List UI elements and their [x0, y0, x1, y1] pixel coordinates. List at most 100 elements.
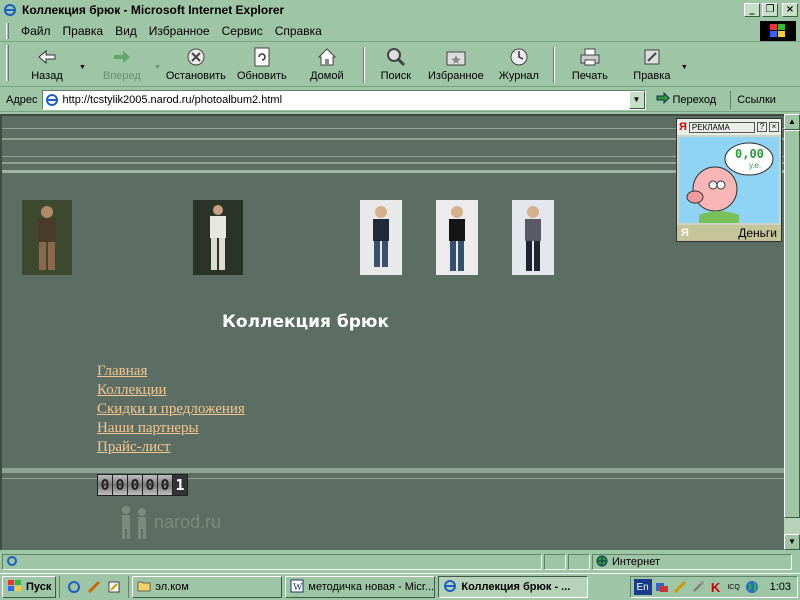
language-indicator[interactable]: En: [633, 579, 652, 595]
favorites-label: Избранное: [428, 70, 484, 82]
clock[interactable]: 1:03: [770, 581, 791, 593]
links-label: Ссылки: [737, 93, 776, 106]
stop-button[interactable]: Остановить: [163, 44, 229, 86]
nav-link-collections[interactable]: Коллекции: [97, 381, 245, 400]
menu-edit[interactable]: Правка: [57, 24, 110, 38]
edit-button[interactable]: Правка: [621, 44, 683, 86]
search-icon: [385, 46, 407, 68]
tools-tray-icon[interactable]: [690, 579, 706, 595]
forward-label: Вперед: [103, 70, 141, 82]
back-dropdown-icon[interactable]: ▼: [79, 64, 86, 71]
ie-quicklaunch-icon[interactable]: [66, 579, 82, 595]
yandex-ad-banner[interactable]: Я РЕКЛАМА ? × 0,00 у.е. Я Деньги: [676, 118, 782, 242]
forward-dropdown-icon[interactable]: ▼: [154, 64, 161, 71]
search-label: Поиск: [380, 70, 412, 82]
vertical-scrollbar[interactable]: ▲ ▼: [784, 114, 800, 550]
edit-label: Правка: [633, 70, 671, 82]
back-arrow-icon: [36, 46, 58, 68]
ad-close-button[interactable]: ×: [769, 122, 779, 132]
restore-button[interactable]: ❐: [762, 3, 778, 17]
home-icon: [316, 46, 338, 68]
go-button[interactable]: Переход: [656, 91, 716, 107]
status-text: [2, 554, 542, 570]
printer-icon: [579, 46, 601, 68]
history-button[interactable]: Журнал: [489, 44, 549, 86]
scroll-down-button[interactable]: ▼: [784, 534, 800, 550]
stop-label: Остановить: [165, 70, 226, 82]
ad-help-button[interactable]: ?: [757, 122, 767, 132]
menu-file[interactable]: Файл: [15, 24, 57, 38]
scroll-thumb[interactable]: [784, 130, 800, 518]
outlook-quicklaunch-icon[interactable]: [86, 579, 102, 595]
taskbar-item-folder[interactable]: эл.ком: [132, 576, 283, 598]
nav-link-pricelist[interactable]: Прайс-лист: [97, 438, 245, 457]
home-button[interactable]: Домой: [295, 44, 359, 86]
menu-favorites[interactable]: Избранное: [143, 24, 216, 38]
back-label: Назад: [31, 70, 63, 82]
toolbar-grip[interactable]: [6, 44, 9, 81]
windows-logo-icon: [760, 21, 796, 41]
icq-icon[interactable]: ICQ: [726, 579, 742, 595]
menu-bar: Файл Правка Вид Избранное Сервис Справка: [0, 20, 800, 42]
counter-digit: 0: [143, 475, 157, 495]
decor-stripe: [2, 156, 784, 157]
edit-dropdown-icon[interactable]: ▼: [681, 64, 688, 71]
visit-counter[interactable]: 0 0 0 0 0 1: [97, 474, 188, 496]
photo-thumbnail[interactable]: [512, 200, 554, 275]
menu-tools[interactable]: Сервис: [216, 24, 269, 38]
ad-image[interactable]: 0,00 у.е.: [679, 137, 779, 223]
narod-logo[interactable]: narod.ru: [114, 504, 221, 540]
ad-bubble-amount: 0,00: [735, 147, 764, 161]
yandex-logo: Я: [681, 227, 689, 239]
kaspersky-icon[interactable]: K: [708, 579, 724, 595]
close-button[interactable]: ×: [782, 3, 798, 17]
counter-digit: 0: [128, 475, 142, 495]
globe-tray-icon[interactable]: [744, 579, 760, 595]
forward-button[interactable]: Вперед: [88, 44, 156, 86]
minimize-button[interactable]: _: [744, 3, 760, 17]
status-cell: [544, 554, 566, 570]
ad-caption: Деньги: [738, 226, 777, 240]
back-button[interactable]: Назад: [13, 44, 81, 86]
status-bar: Интернет: [0, 552, 800, 572]
photo-thumbnail[interactable]: [360, 200, 402, 275]
home-label: Домой: [310, 70, 344, 82]
taskbar-item-ie[interactable]: Коллекция брюк - ...: [438, 576, 589, 598]
window-title: Коллекция брюк - Microsoft Internet Expl…: [22, 3, 285, 17]
favorites-button[interactable]: Избранное: [423, 44, 489, 86]
search-button[interactable]: Поиск: [369, 44, 423, 86]
security-zone[interactable]: Интернет: [592, 554, 792, 570]
nav-link-discounts[interactable]: Скидки и предложения: [97, 400, 245, 419]
links-button[interactable]: Ссылки: [730, 90, 776, 109]
menu-view[interactable]: Вид: [109, 24, 143, 38]
menu-help[interactable]: Справка: [269, 24, 328, 38]
refresh-button[interactable]: Обновить: [229, 44, 295, 86]
pencil-tray-icon[interactable]: [672, 579, 688, 595]
start-button[interactable]: Пуск: [2, 576, 57, 598]
task-label: эл.ком: [155, 581, 189, 593]
page-icon: [45, 93, 59, 107]
desktop-quicklaunch-icon[interactable]: [106, 579, 122, 595]
refresh-label: Обновить: [236, 70, 287, 82]
network-icon[interactable]: [654, 579, 670, 595]
scroll-up-button[interactable]: ▲: [784, 114, 800, 130]
nav-link-home[interactable]: Главная: [97, 362, 245, 381]
address-input[interactable]: http://tcstylik2005.narod.ru/photoalbum2…: [41, 89, 646, 110]
print-button[interactable]: Печать: [559, 44, 621, 86]
photo-thumbnail[interactable]: [22, 200, 72, 275]
taskbar-item-word[interactable]: W методичка новая - Micr...: [285, 576, 436, 598]
refresh-icon: [251, 46, 273, 68]
nav-link-partners[interactable]: Наши партнеры: [97, 419, 245, 438]
address-bar: Адрес http://tcstylik2005.narod.ru/photo…: [0, 88, 800, 112]
favorites-folder-icon: [445, 46, 467, 68]
site-nav: Главная Коллекции Скидки и предложения Н…: [97, 362, 245, 457]
history-label: Журнал: [498, 70, 539, 82]
photo-thumbnail[interactable]: [193, 200, 243, 275]
menubar-grip[interactable]: [6, 22, 9, 39]
photo-thumbnail[interactable]: [436, 200, 478, 275]
title-bar[interactable]: Коллекция брюк - Microsoft Internet Expl…: [0, 0, 800, 20]
ad-label: РЕКЛАМА: [688, 121, 755, 133]
start-label: Пуск: [26, 581, 52, 593]
address-dropdown-icon[interactable]: ▼: [628, 90, 645, 109]
counter-digit: 0: [158, 475, 172, 495]
